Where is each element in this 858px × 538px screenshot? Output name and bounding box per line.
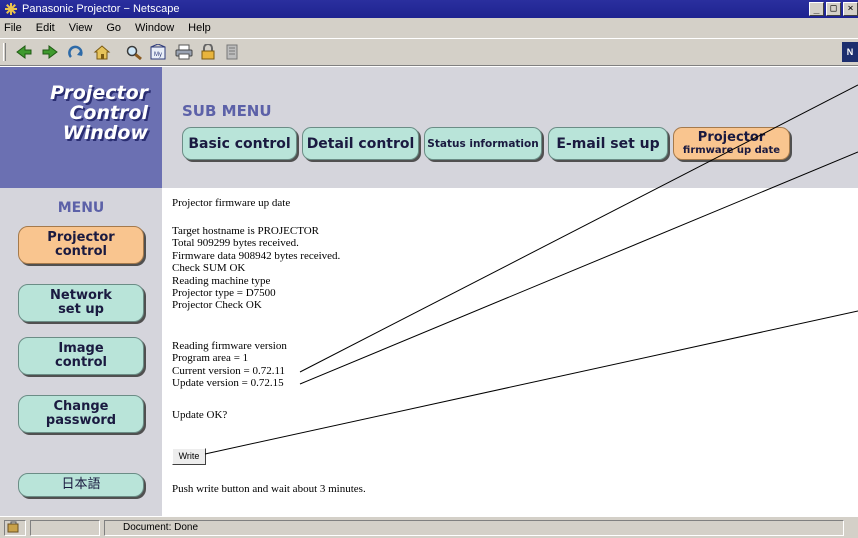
app-logo: Projector Control Window xyxy=(50,83,148,143)
window-title: Panasonic Projector − Netscape xyxy=(22,3,180,15)
status-text: Document: Done xyxy=(104,520,844,536)
connection-icon[interactable] xyxy=(4,520,26,536)
detail-control-button[interactable]: Detail control xyxy=(302,127,419,160)
update-version-line: Update version = 0.72.15 xyxy=(172,377,284,390)
menu-title: MENU xyxy=(57,200,105,216)
menu-go[interactable]: Go xyxy=(106,22,121,34)
print-icon[interactable] xyxy=(174,43,194,61)
log-line: Projector type = D7500 xyxy=(172,287,276,299)
firmware-update-label-2: firmware up date xyxy=(682,144,781,156)
navigation-toolbar: My N xyxy=(0,38,858,66)
main-menu-panel: MENU Projector control Network set up Im… xyxy=(0,188,162,516)
logo-line-3: Window xyxy=(62,122,148,144)
email-setup-button[interactable]: E-mail set up xyxy=(548,127,668,160)
submenu-title: SUB MENU xyxy=(182,102,272,120)
logo-panel: Projector Control Window xyxy=(0,67,162,188)
menu-window[interactable]: Window xyxy=(135,22,174,34)
network-setup-label-2: set up xyxy=(58,302,104,317)
netscape-icon xyxy=(4,2,18,16)
browser-content: Projector Control Window SUB MENU Basic … xyxy=(0,67,858,516)
netscape-logo: N xyxy=(842,42,858,62)
content-heading: Projector firmware up date xyxy=(172,197,291,209)
minimize-button[interactable]: _ xyxy=(809,2,824,16)
back-icon[interactable] xyxy=(14,43,34,61)
menu-edit[interactable]: Edit xyxy=(36,22,55,34)
basic-control-button[interactable]: Basic control xyxy=(182,127,297,160)
image-control-label-2: control xyxy=(55,355,107,370)
status-bar: Document: Done xyxy=(0,516,858,538)
home-icon[interactable] xyxy=(92,43,112,61)
reload-icon[interactable] xyxy=(66,43,86,61)
log-line: Target hostname is PROJECTOR xyxy=(172,225,320,237)
firmware-update-button[interactable]: Projector firmware up date xyxy=(673,127,790,160)
japanese-language-button[interactable]: 日本語 xyxy=(18,473,144,497)
maximize-button[interactable]: □ xyxy=(826,2,841,16)
log-line: Firmware data 908942 bytes received. xyxy=(172,249,341,262)
log-line: Total 909299 bytes received. xyxy=(172,237,299,250)
window-controls: _ □ × xyxy=(809,2,858,16)
projector-control-label-2: control xyxy=(55,244,107,259)
version-line: Reading firmware version xyxy=(172,340,287,352)
instruction-text: Push write button and wait about 3 minut… xyxy=(172,483,366,495)
log-line: Projector Check OK xyxy=(172,299,262,312)
write-button[interactable]: Write xyxy=(172,448,206,465)
my-netscape-label: My xyxy=(154,52,162,58)
security-icon[interactable] xyxy=(198,43,218,61)
network-setup-button[interactable]: Network set up xyxy=(18,284,144,322)
change-password-label-1: Change xyxy=(53,399,109,414)
toolbar-grip[interactable] xyxy=(3,43,6,61)
my-netscape-icon[interactable]: My xyxy=(148,43,168,61)
stop-icon[interactable] xyxy=(222,43,242,61)
progress-box xyxy=(30,520,100,536)
log-line: Reading machine type xyxy=(172,274,271,287)
logo-line-2: Control xyxy=(69,102,148,124)
firmware-update-log: Projector firmware up date Target hostna… xyxy=(172,188,832,516)
menu-file[interactable]: File xyxy=(4,22,22,34)
status-information-button[interactable]: Status information xyxy=(424,127,542,160)
menu-view[interactable]: View xyxy=(69,22,93,34)
submenu-panel: SUB MENU Basic control Detail control St… xyxy=(162,67,858,188)
projector-control-button[interactable]: Projector control xyxy=(18,226,144,264)
firmware-update-label-1: Projector xyxy=(697,129,766,145)
close-button[interactable]: × xyxy=(843,2,858,16)
menu-help[interactable]: Help xyxy=(188,22,211,34)
network-setup-label-1: Network xyxy=(50,288,112,303)
search-icon[interactable] xyxy=(124,43,144,61)
change-password-label-2: password xyxy=(45,413,117,428)
change-password-button[interactable]: Change password xyxy=(18,395,144,433)
logo-line-1: Projector xyxy=(50,82,148,104)
confirm-text: Update OK? xyxy=(172,409,228,421)
image-control-label-1: Image xyxy=(58,341,104,356)
log-line: Check SUM OK xyxy=(172,262,246,275)
window-titlebar: Panasonic Projector − Netscape _ □ × xyxy=(0,0,858,18)
forward-icon[interactable] xyxy=(40,43,60,61)
current-version-line: Current version = 0.72.11 xyxy=(172,364,286,377)
image-control-button[interactable]: Image control xyxy=(18,337,144,375)
menu-bar: File Edit View Go Window Help xyxy=(0,18,858,38)
program-area-line: Program area = 1 xyxy=(172,352,249,365)
projector-control-label-1: Projector xyxy=(47,230,115,245)
